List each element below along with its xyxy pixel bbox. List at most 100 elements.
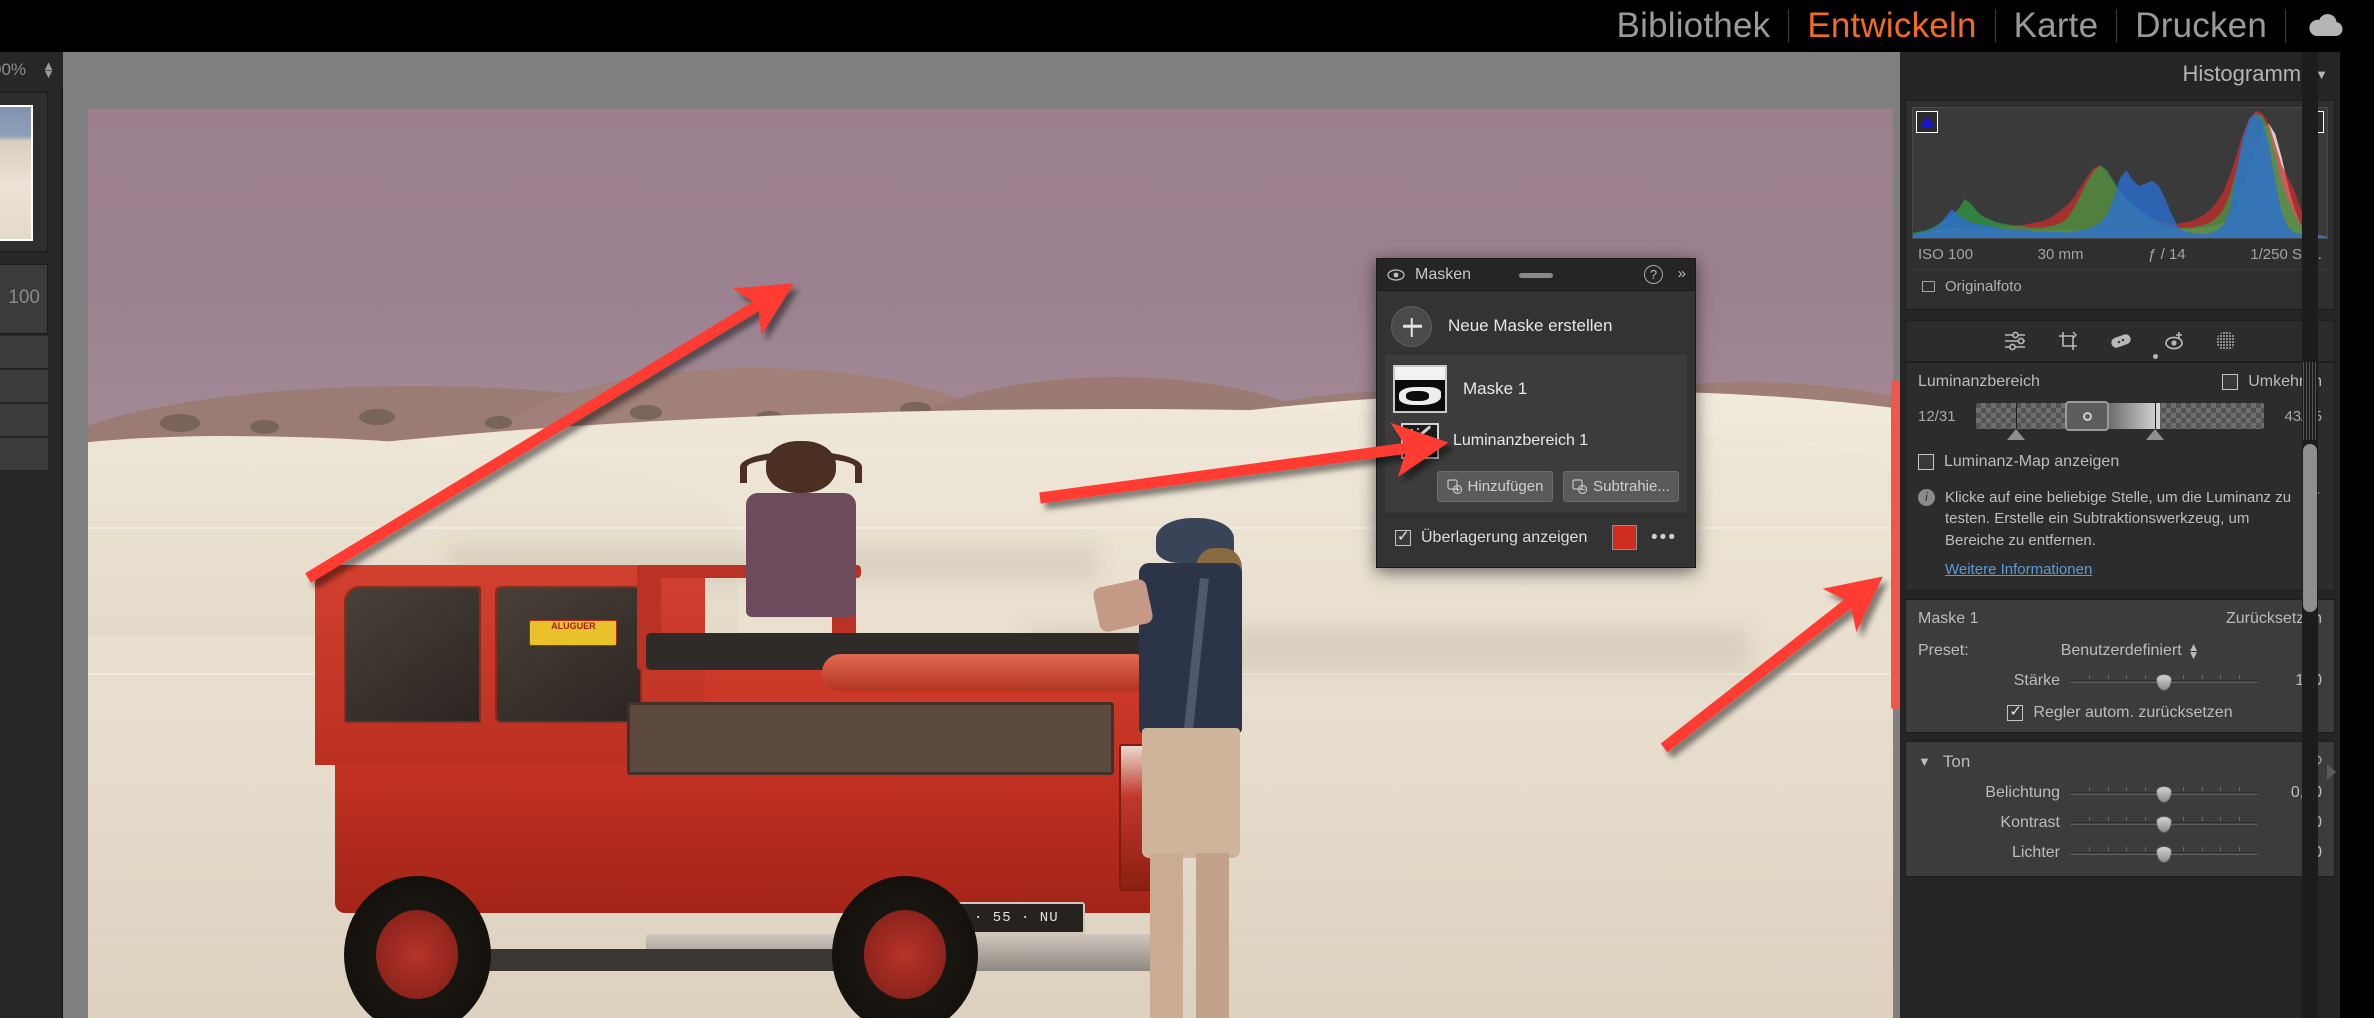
belichtung-label: Belichtung xyxy=(1985,783,2060,801)
info-icon: i xyxy=(1918,489,1935,506)
up-down-stepper-icon[interactable]: ▲ ▼ xyxy=(2188,641,2200,661)
original-photo-row[interactable]: Originalfoto xyxy=(1912,269,2328,303)
histogram-header[interactable]: Histogramm ▼ xyxy=(1900,52,2340,96)
panel-collapse-arrow[interactable] xyxy=(2327,764,2336,780)
left-strip-row[interactable] xyxy=(0,438,48,471)
auto-reset-checkbox[interactable] xyxy=(2007,702,2024,721)
mask-thumb-sky xyxy=(1395,367,1445,381)
slider-tick xyxy=(2201,816,2203,821)
module-drucken[interactable]: Drucken xyxy=(2117,4,2285,48)
slider-tick xyxy=(2107,816,2109,821)
navigator-panel[interactable] xyxy=(0,92,48,252)
basic-sliders-icon[interactable] xyxy=(2002,330,2028,352)
masks-panel-body: Neue Maske erstellen Maske 1 Luminanzber… xyxy=(1377,291,1695,566)
eye-icon[interactable] xyxy=(1387,268,1405,281)
person-leg xyxy=(1196,853,1229,1018)
show-overlay-checkbox[interactable] xyxy=(1395,527,1411,546)
subtract-mask-button[interactable]: Subtrahie... xyxy=(1563,471,1679,502)
left-strip-row[interactable] xyxy=(0,404,48,437)
double-chevron-icon[interactable]: » xyxy=(1678,265,1686,282)
tone-slider-row[interactable]: Kontrast 0 xyxy=(1918,814,2322,833)
slider-tick xyxy=(2220,786,2222,791)
slider-tick xyxy=(2107,674,2109,679)
help-icon[interactable]: ? xyxy=(1644,265,1663,284)
lichter-knob[interactable] xyxy=(2156,845,2172,863)
create-new-mask-button[interactable]: Neue Maske erstellen xyxy=(1385,299,1687,353)
tone-header[interactable]: ▼ Ton xyxy=(1918,752,2322,772)
submask-item-luminanzbereich[interactable]: Luminanzbereich 1 xyxy=(1393,415,1679,467)
left-strip-row[interactable] xyxy=(0,336,48,369)
module-karte[interactable]: Karte xyxy=(1996,4,2117,48)
masks-panel-header[interactable]: Masken ? » xyxy=(1377,259,1695,291)
strength-slider-knob[interactable] xyxy=(2156,673,2172,691)
luminance-handle-right[interactable] xyxy=(2145,403,2164,440)
kontrast-knob[interactable] xyxy=(2156,815,2172,833)
luminance-handle-left[interactable] xyxy=(2007,403,2026,440)
strength-slider-row[interactable]: Stärke 100 xyxy=(1918,671,2322,691)
mask-thumbnail[interactable] xyxy=(1393,365,1447,413)
shadow-clipping-indicator[interactable] xyxy=(1916,111,1938,133)
mask-item-label: Maske 1 xyxy=(1463,379,1528,398)
healing-brush-icon[interactable] xyxy=(2108,330,2134,352)
caret-down-icon[interactable]: ▼ xyxy=(1918,754,1931,769)
meta-iso: ISO 100 xyxy=(1918,246,1974,263)
luminance-header: Luminanzbereich Umkehren xyxy=(1918,373,2322,391)
kontrast-track[interactable] xyxy=(2070,815,2258,833)
scrollbar-thumb[interactable] xyxy=(2303,444,2317,612)
mask-item-maske1[interactable]: Maske 1 xyxy=(1393,363,1679,415)
module-entwickeln[interactable]: Entwickeln xyxy=(1789,4,1994,48)
tone-title: Ton xyxy=(1942,751,1971,771)
zoom-control[interactable]: 00% ▲▼ xyxy=(0,52,63,88)
lichter-track[interactable] xyxy=(2070,845,2258,863)
histogram-title: Histogramm xyxy=(2182,61,2302,86)
person-shorts xyxy=(1142,728,1240,858)
slider-tick xyxy=(2145,786,2147,791)
overlay-color-swatch[interactable] xyxy=(1612,525,1638,550)
slider-tick xyxy=(2145,674,2147,679)
crop-icon[interactable] xyxy=(2056,329,2080,353)
module-bibliothek[interactable]: Bibliothek xyxy=(1599,4,1789,48)
strength-slider-track[interactable] xyxy=(2070,673,2258,691)
subtract-mask-label: Subtrahie... xyxy=(1593,478,1670,495)
more-information-link[interactable]: Weitere Informationen xyxy=(1945,561,2292,578)
meta-focal: 30 mm xyxy=(2037,246,2084,263)
masking-icon[interactable] xyxy=(2214,329,2238,353)
navigator-thumbnail[interactable] xyxy=(0,105,33,241)
preset-value[interactable]: Benutzerdefiniert xyxy=(2061,642,2182,660)
tone-slider-row[interactable]: Belichtung 0,00 xyxy=(1918,783,2322,803)
preset-row[interactable]: Preset: Benutzerdefiniert ▲ ▼ xyxy=(1918,641,2322,661)
red-eye-icon[interactable] xyxy=(2162,330,2186,352)
drag-grip-icon[interactable] xyxy=(1519,273,1553,278)
masks-panel-title: Masken xyxy=(1415,265,1472,283)
left-strip-row[interactable] xyxy=(0,370,48,403)
submask-item-label: Luminanzbereich 1 xyxy=(1453,432,1589,449)
luminance-map-checkbox[interactable] xyxy=(1918,454,1934,470)
histogram-graph[interactable] xyxy=(1912,107,2328,239)
belichtung-track[interactable] xyxy=(2070,785,2258,803)
add-mask-button[interactable]: Hinzufügen xyxy=(1437,471,1553,502)
invert-checkbox[interactable] xyxy=(2222,374,2239,390)
subtract-mask-icon xyxy=(1572,479,1588,494)
luminance-wand-icon[interactable] xyxy=(1401,423,1439,459)
show-overlay-row[interactable]: Überlagerung anzeigen ••• xyxy=(1385,516,1687,558)
plus-icon[interactable] xyxy=(1391,305,1432,347)
strength-label: Stärke xyxy=(2013,671,2060,689)
luminance-map-row[interactable]: Luminanz-Map anzeigen xyxy=(1918,453,2322,471)
ellipsis-icon[interactable]: ••• xyxy=(1651,528,1677,547)
wand-stick xyxy=(1412,425,1432,442)
auto-reset-row[interactable]: Regler autom. zurücksetzen xyxy=(1918,702,2322,722)
wand-sparkle xyxy=(1425,447,1428,450)
person-head xyxy=(766,440,836,493)
luminance-range-slider[interactable]: 12/31 43/65 xyxy=(1918,401,2322,440)
slider-tick xyxy=(2220,846,2222,851)
tone-slider-row[interactable]: Lichter 0 xyxy=(1918,844,2322,863)
slider-tick xyxy=(2088,816,2090,821)
belichtung-knob[interactable] xyxy=(2156,785,2172,803)
mask-settings-header: Maske 1 Zurücksetzen xyxy=(1918,610,2322,628)
masks-floating-panel[interactable]: Masken ? » Neue Maske erstellen Maske 1 xyxy=(1376,258,1696,568)
luminance-track[interactable] xyxy=(1976,401,2264,440)
photo-person-in-bed xyxy=(729,440,873,641)
cloud-sync-button[interactable] xyxy=(2286,12,2368,40)
zoom-stepper-icon[interactable]: ▲ ▼ xyxy=(42,59,55,80)
luminance-center-knob[interactable] xyxy=(2065,401,2110,431)
